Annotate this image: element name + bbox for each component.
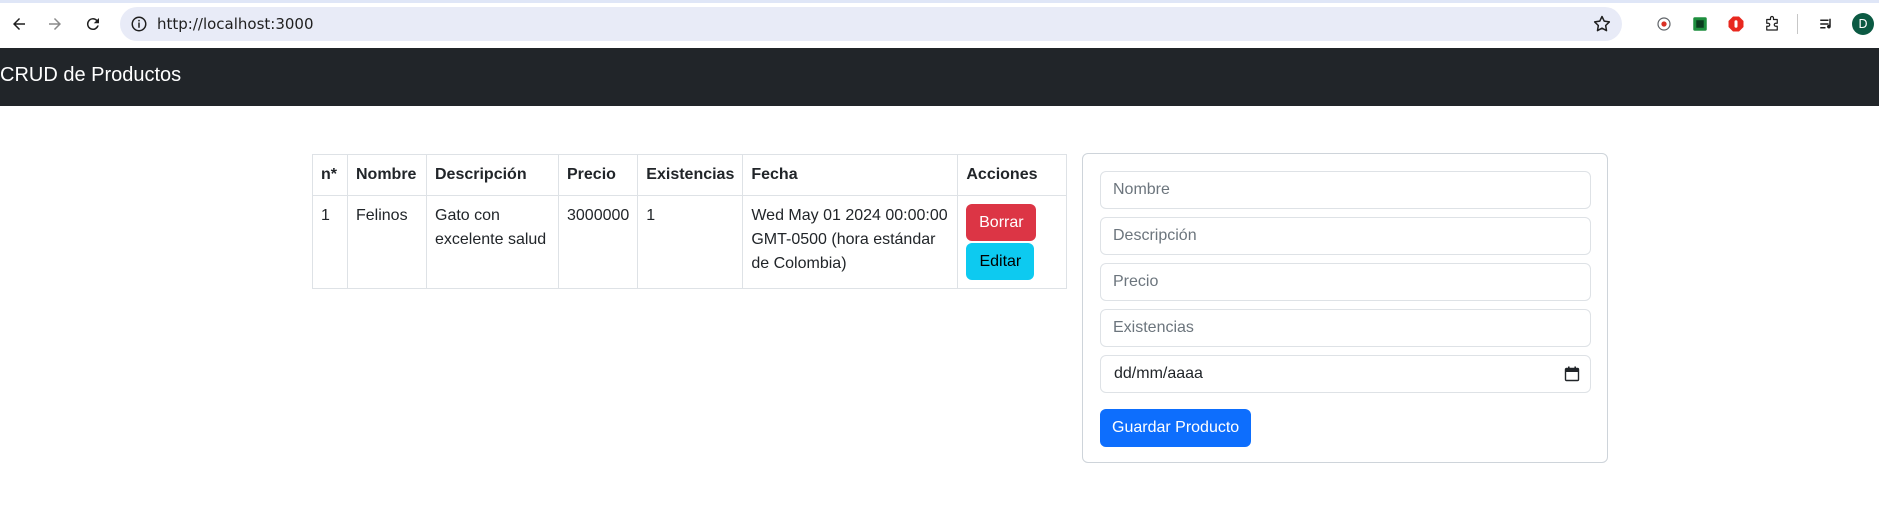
precio-input[interactable] — [1100, 263, 1591, 301]
delete-button[interactable]: Borrar — [966, 204, 1037, 241]
cell-existencias: 1 — [637, 195, 744, 289]
products-table-wrapper: n* Nombre Descripción Precio Existencias… — [312, 154, 1068, 289]
table-header-row: n* Nombre Descripción Precio Existencias… — [312, 154, 1068, 196]
media-control-icon[interactable] — [1815, 12, 1839, 36]
tab-strip-edge — [0, 0, 1879, 3]
arrow-left-icon — [13, 18, 25, 30]
extensions-puzzle-icon[interactable] — [1760, 12, 1784, 36]
existencias-input[interactable] — [1100, 309, 1591, 347]
back-button[interactable] — [6, 11, 32, 37]
toolbar-divider — [1797, 14, 1798, 34]
cell-n: 1 — [312, 195, 348, 289]
column-header-nombre: Nombre — [347, 154, 427, 196]
url-text: http://localhost:3000 — [157, 15, 314, 33]
products-table: n* Nombre Descripción Precio Existencias… — [312, 154, 1068, 289]
column-header-fecha: Fecha — [742, 154, 959, 196]
reload-icon — [86, 18, 99, 31]
info-icon[interactable] — [130, 15, 148, 33]
column-header-acciones: Acciones — [957, 154, 1068, 196]
column-header-n: n* — [312, 154, 348, 196]
cell-precio: 3000000 — [557, 195, 639, 289]
column-header-descripcion: Descripción — [426, 154, 559, 196]
cell-descripcion: Gato con excelente salud — [426, 195, 559, 289]
date-value: dd/mm/aaaa — [1114, 365, 1203, 382]
arrow-right-icon — [49, 18, 61, 30]
sheet-extension-icon[interactable] — [1688, 12, 1712, 36]
fecha-date-input[interactable]: dd/mm/aaaa — [1100, 355, 1591, 393]
browser-toolbar: http://localhost:3000 D — [0, 0, 1879, 48]
cell-fecha: Wed May 01 2024 00:00:00 GMT-0500 (hora … — [742, 195, 959, 289]
cell-nombre: Felinos — [347, 195, 427, 289]
product-form-card: dd/mm/aaaa Guardar Producto — [1082, 153, 1608, 463]
column-header-precio: Precio — [557, 154, 639, 196]
save-product-button[interactable]: Guardar Producto — [1100, 409, 1252, 447]
nombre-input[interactable] — [1100, 171, 1591, 209]
descripcion-input[interactable] — [1100, 217, 1591, 255]
app-navbar: CRUD de Productos — [0, 48, 1879, 106]
cell-acciones: Borrar Editar — [957, 195, 1068, 289]
calendar-icon[interactable] — [1564, 366, 1580, 382]
reload-button[interactable] — [80, 11, 106, 37]
record-extension-icon[interactable] — [1652, 12, 1676, 36]
table-row: 1 Felinos Gato con excelente salud 30000… — [312, 195, 1068, 289]
column-header-existencias: Existencias — [637, 154, 744, 196]
profile-avatar[interactable]: D — [1852, 13, 1874, 35]
bookmark-star-icon[interactable] — [1592, 14, 1612, 34]
navbar-brand[interactable]: CRUD de Productos — [0, 64, 181, 87]
adblock-extension-icon[interactable] — [1724, 12, 1748, 36]
edit-button[interactable]: Editar — [966, 243, 1035, 280]
forward-button[interactable] — [42, 11, 68, 37]
address-bar[interactable]: http://localhost:3000 — [120, 7, 1622, 41]
